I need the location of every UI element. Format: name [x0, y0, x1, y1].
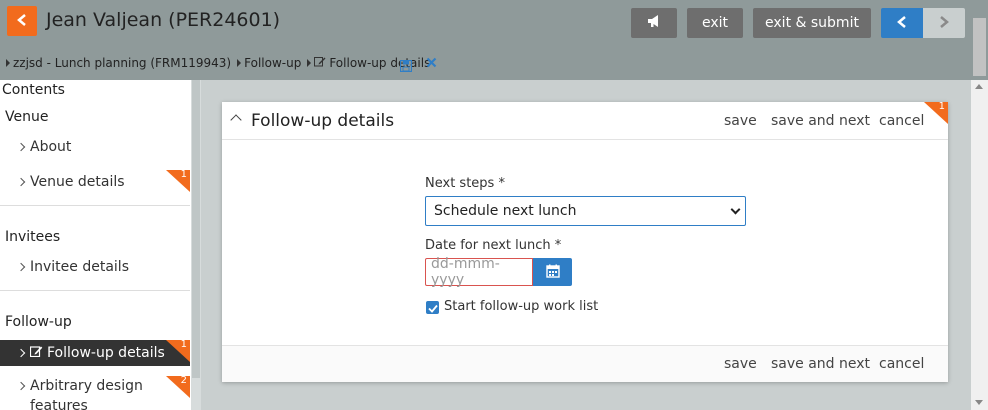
sidebar-heading: Contents [2, 82, 65, 98]
sidebar-item-about[interactable]: About [0, 134, 190, 160]
previous-button[interactable] [881, 8, 923, 38]
sidebar-item-arbitrary-design-features[interactable]: Arbitrary design features [0, 376, 190, 410]
save-icon[interactable] [399, 57, 413, 76]
checkmark-icon [427, 298, 438, 317]
chevron-left-icon [16, 12, 28, 31]
chevron-right-icon [16, 348, 26, 358]
chevron-right-icon [16, 177, 26, 187]
top-bar: Jean Valjean (PER24601) exit exit & subm… [0, 0, 988, 80]
edit-icon [29, 345, 43, 361]
save-link[interactable]: save [724, 113, 757, 129]
scrollbar-top[interactable] [971, 0, 988, 80]
cancel-link[interactable]: cancel [879, 113, 924, 129]
chevron-left-icon [896, 14, 908, 33]
calendar-icon [545, 263, 560, 282]
edit-icon [314, 56, 326, 70]
chevron-right-icon [16, 142, 26, 152]
scroll-down-icon[interactable] [975, 400, 983, 405]
scroll-up-icon[interactable] [975, 84, 983, 89]
next-steps-select[interactable]: Schedule next lunch [425, 196, 746, 226]
sidebar-scrollbar[interactable] [191, 80, 201, 410]
sidebar-section-invitees: Invitees [5, 229, 61, 245]
error-count-badge: 1 [166, 169, 190, 192]
chevron-right-icon [16, 262, 26, 272]
close-icon[interactable] [426, 56, 437, 72]
checkbox-label: Start follow-up work list [444, 299, 599, 314]
scrollbar-thumb[interactable] [973, 18, 986, 76]
announce-button[interactable] [631, 8, 677, 38]
save-and-next-link[interactable]: save and next [771, 113, 870, 129]
caret-right-icon [237, 59, 242, 67]
error-count-badge: 1 [924, 101, 948, 124]
breadcrumb-item-form[interactable]: zzjsd - Lunch planning (FRM119943) [6, 56, 231, 70]
error-count-badge: 1 [166, 339, 190, 362]
panel-header: Follow-up details save save and next can… [222, 101, 948, 140]
error-count-badge: 2 [166, 375, 190, 398]
divider [0, 290, 190, 291]
follow-up-panel: Follow-up details save save and next can… [222, 101, 948, 382]
next-button[interactable] [923, 8, 965, 38]
caret-right-icon [6, 59, 10, 67]
save-link[interactable]: save [724, 356, 757, 372]
exit-button[interactable]: exit [687, 8, 743, 38]
caret-right-icon [307, 59, 312, 67]
breadcrumb: zzjsd - Lunch planning (FRM119943) Follo… [6, 56, 436, 70]
panel-footer: save save and next cancel [222, 345, 948, 382]
exit-submit-button[interactable]: exit & submit [753, 8, 871, 38]
page-scrollbar[interactable] [971, 80, 988, 410]
divider [0, 205, 190, 206]
chevron-down-icon [730, 204, 741, 215]
megaphone-icon [646, 14, 662, 32]
panel-title: Follow-up details [251, 111, 395, 131]
sidebar-item-invitee-details[interactable]: Invitee details [0, 254, 190, 280]
next-steps-label: Next steps * [425, 176, 505, 191]
date-label: Date for next lunch * [425, 238, 562, 253]
sidebar-item-follow-up-details[interactable]: Follow-up details [0, 340, 190, 366]
back-button[interactable] [7, 6, 37, 36]
sidebar: Contents Venue About Venue details 1 Inv… [0, 80, 193, 410]
collapse-icon[interactable] [230, 114, 242, 126]
scrollbar-thumb[interactable] [192, 80, 200, 378]
cancel-link[interactable]: cancel [879, 356, 924, 372]
breadcrumb-item-section[interactable]: Follow-up [237, 56, 301, 70]
follow-up-checkbox[interactable] [426, 301, 439, 314]
sidebar-section-venue: Venue [5, 109, 49, 125]
sidebar-section-follow-up: Follow-up [5, 314, 72, 330]
calendar-button[interactable] [533, 258, 572, 286]
chevron-right-icon [16, 381, 26, 391]
chevron-right-icon [938, 14, 950, 33]
save-and-next-link[interactable]: save and next [771, 356, 870, 372]
date-input[interactable]: dd-mmm-yyyy [425, 256, 533, 288]
page-title: Jean Valjean (PER24601) [46, 9, 281, 31]
sidebar-item-venue-details[interactable]: Venue details [0, 169, 190, 195]
